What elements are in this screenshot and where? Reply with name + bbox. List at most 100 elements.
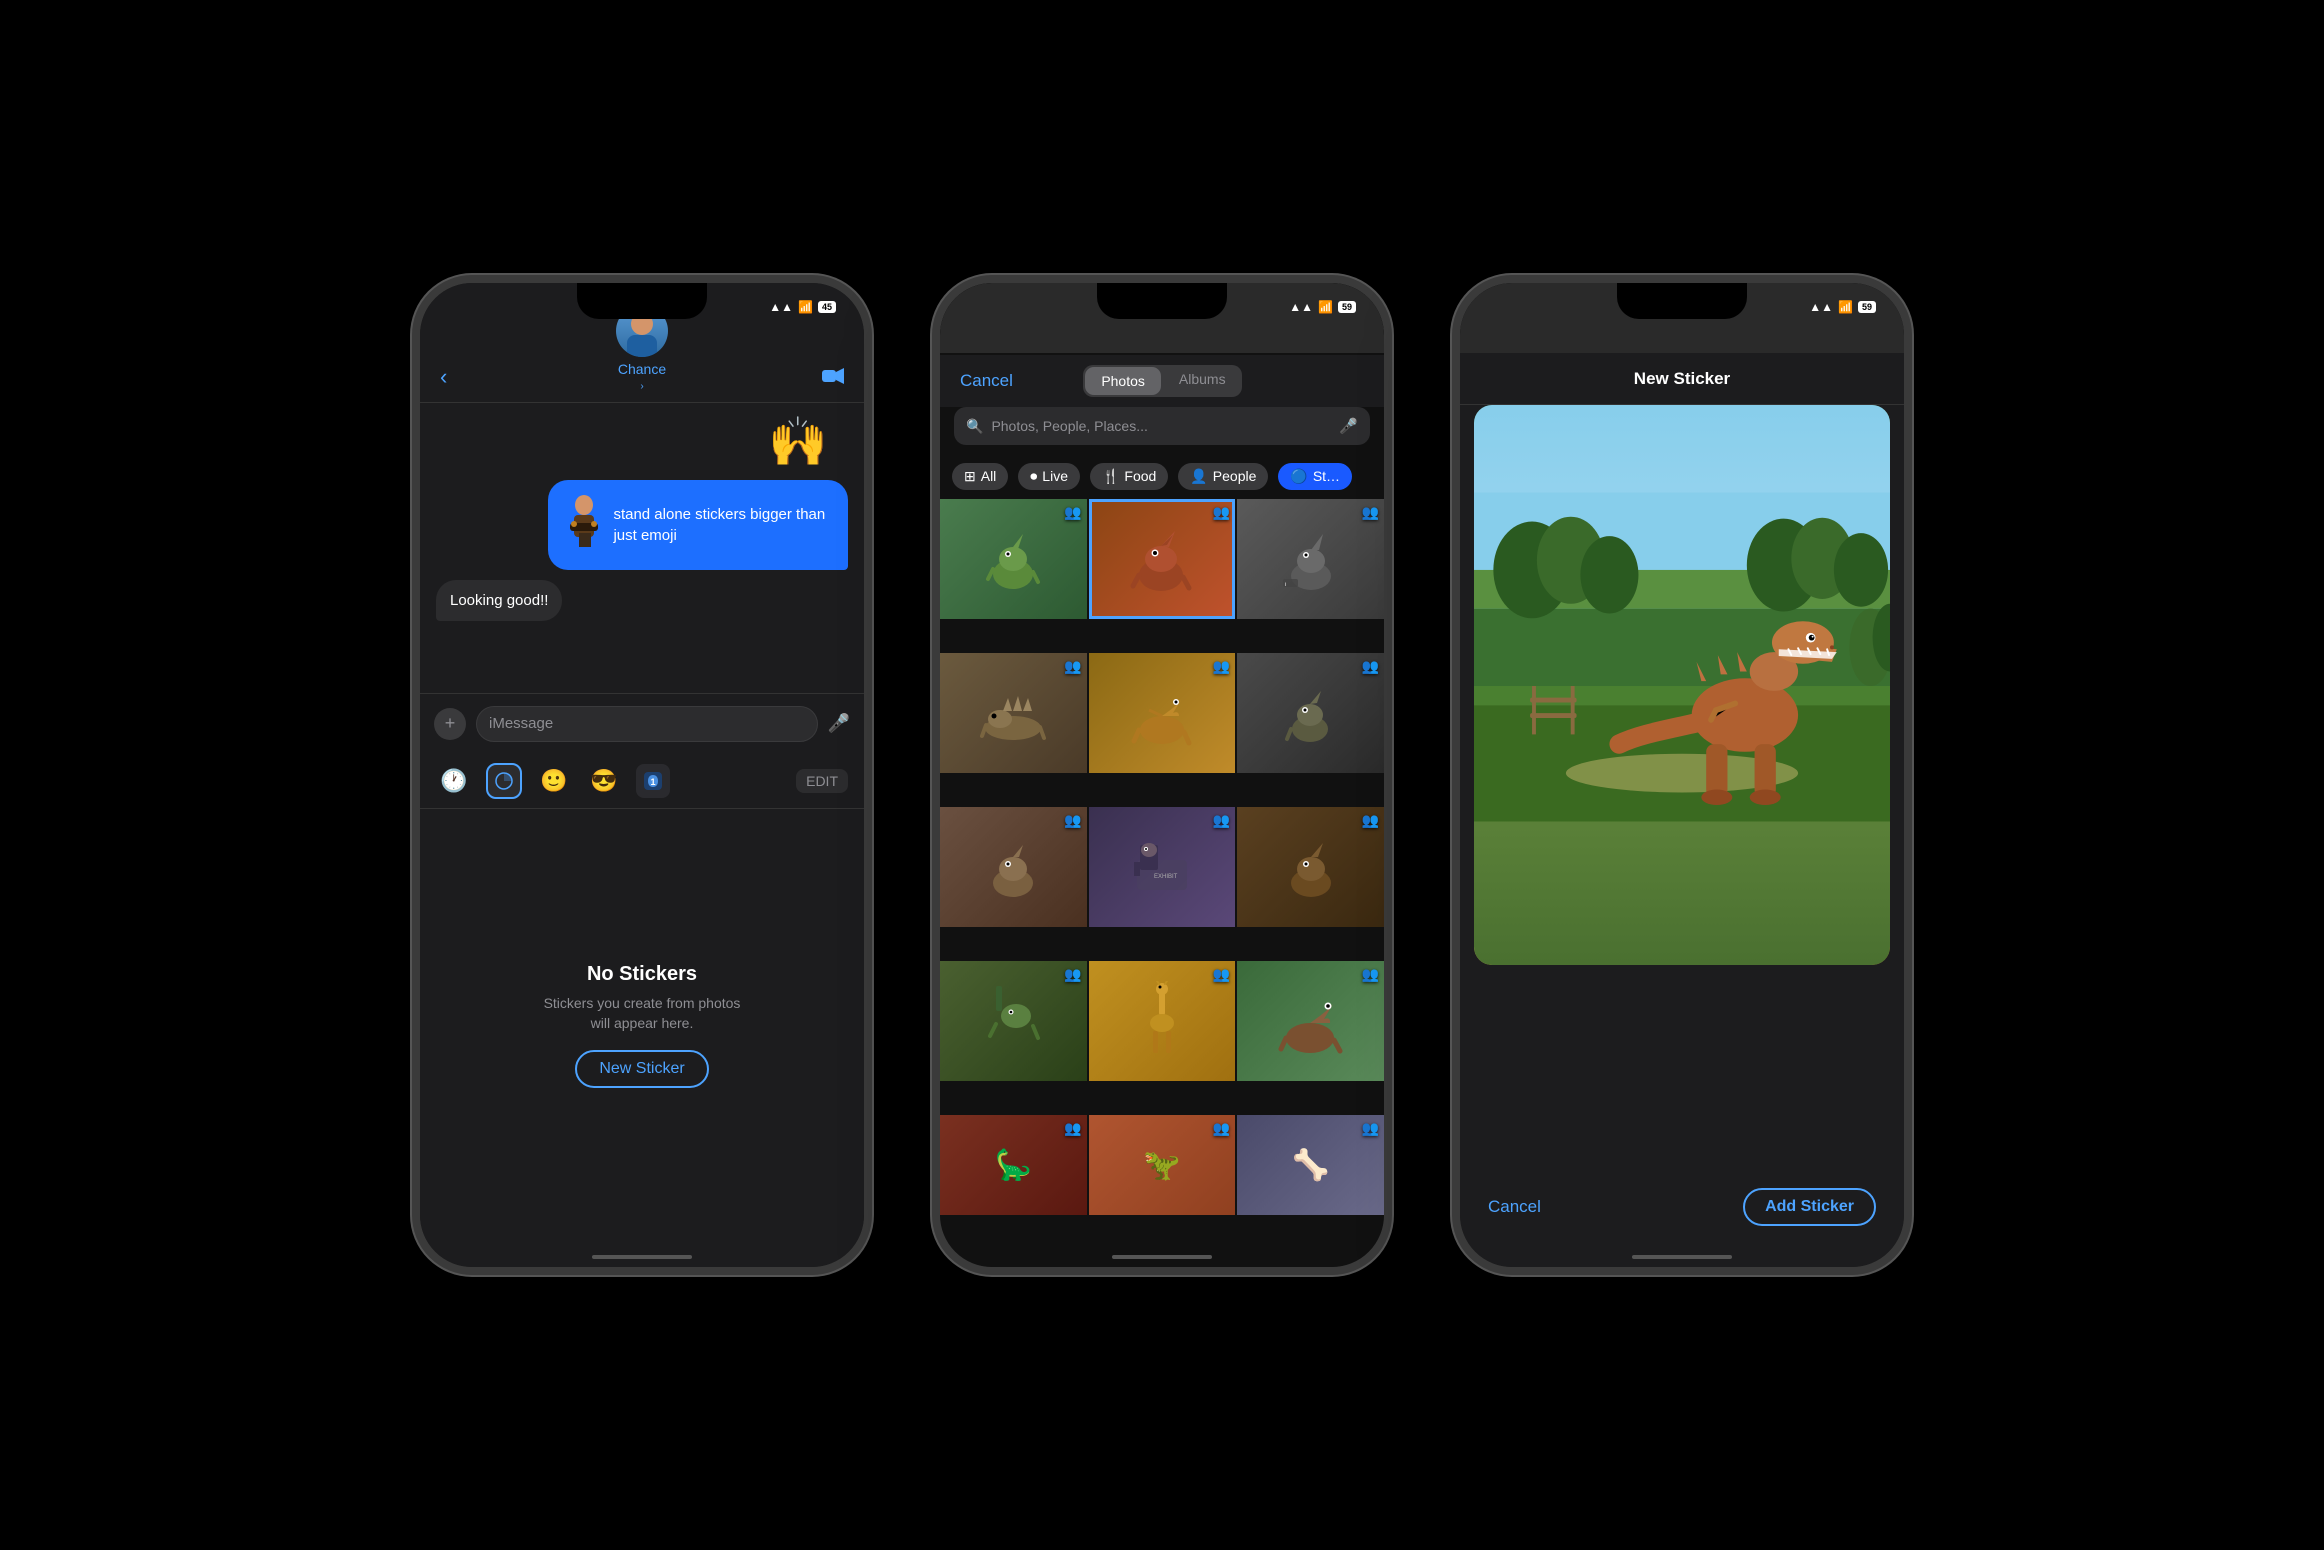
new-sticker-button[interactable]: New Sticker (575, 1050, 708, 1088)
message-bubble-outgoing: stand alone stickers bigger than just em… (548, 480, 848, 570)
home-indicator-3 (1632, 1255, 1732, 1259)
phone-2-photos: ▲▲ 📶 59 Cancel Photos Albums 🔍 Photos, P… (932, 275, 1392, 1275)
sticker-tab[interactable] (486, 763, 522, 799)
filter-people[interactable]: 👤 People (1178, 463, 1268, 490)
newsticker-title: New Sticker (1634, 369, 1730, 389)
phone-3-screen: ▲▲ 📶 59 New Sticker (1460, 283, 1904, 1267)
message-bubble-incoming: Looking good!! (436, 580, 562, 621)
filter-food-label: Food (1124, 468, 1156, 484)
search-icon: 🔍 (966, 418, 983, 435)
people-badge-13: 👥 (1064, 1120, 1081, 1137)
message-input[interactable]: iMessage (476, 706, 818, 742)
wifi-icon: 📶 (798, 300, 813, 314)
phone-3-newsticker: ▲▲ 📶 59 New Sticker (1452, 275, 1912, 1275)
home-indicator-1 (592, 1255, 692, 1259)
photo-cell-5[interactable]: 👥 (1089, 653, 1236, 773)
phone-2-notch (1097, 283, 1227, 319)
people-badge-7: 👥 (1064, 812, 1081, 829)
photos-filter-bar: ⊞ All ⏺ Live 🍴 Food 👤 People 🔵 St… (940, 453, 1384, 499)
video-call-button[interactable] (822, 367, 844, 390)
no-stickers-area: No Stickers Stickers you create from pho… (420, 809, 864, 1242)
filter-food[interactable]: 🍴 Food (1090, 463, 1168, 490)
photo-cell-7[interactable]: 👥 (940, 807, 1087, 927)
photo-cell-9[interactable]: 👥 (1237, 807, 1384, 927)
photo-cell-14[interactable]: 🦖 👥 (1089, 1115, 1236, 1215)
photo-cell-8[interactable]: EXHIBIT 👥 (1089, 807, 1236, 927)
message-text-incoming: Looking good!! (450, 592, 548, 609)
avatar-body (627, 335, 657, 357)
photos-tab[interactable]: Photos (1085, 367, 1161, 395)
phone-2-screen: ▲▲ 📶 59 Cancel Photos Albums 🔍 Photos, P… (940, 283, 1384, 1267)
live-icon: ⏺ (1030, 468, 1037, 485)
photos-search-bar[interactable]: 🔍 Photos, People, Places... 🎤 (954, 407, 1370, 445)
people-badge-2: 👥 (1213, 504, 1230, 521)
photos-nav: Cancel Photos Albums (940, 355, 1384, 407)
stickers-icon-filter: 🔵 (1290, 468, 1307, 485)
newsticker-image-area (1474, 405, 1890, 965)
no-stickers-subtitle: Stickers you create from photoswill appe… (544, 994, 741, 1033)
photo-cell-3[interactable]: i 👥 (1237, 499, 1384, 619)
filter-live[interactable]: ⏺ Live (1018, 463, 1080, 490)
filter-stickers[interactable]: 🔵 St… (1278, 463, 1352, 490)
photos-cancel-button[interactable]: Cancel (960, 371, 1013, 391)
microphone-search-icon[interactable]: 🎤 (1339, 417, 1358, 435)
message-placeholder: iMessage (489, 715, 553, 732)
battery-3: 59 (1858, 301, 1876, 313)
edit-button[interactable]: EDIT (796, 769, 848, 793)
home-indicator-2 (1112, 1255, 1212, 1259)
phone-1-screen: ▲▲ 📶 45 ‹ Chance › (420, 283, 864, 1267)
people-badge-11: 👥 (1213, 966, 1230, 983)
contact-name[interactable]: Chance (618, 361, 666, 377)
signal-icon-3: ▲▲ (1809, 300, 1833, 314)
signal-icon-2: ▲▲ (1289, 300, 1313, 314)
people-badge-6: 👥 (1362, 658, 1379, 675)
food-icon: 🍴 (1102, 468, 1119, 485)
people-badge-14: 👥 (1213, 1120, 1230, 1137)
people-badge-10: 👥 (1064, 966, 1081, 983)
clock-icon[interactable]: 🕐 (436, 763, 472, 799)
photo-cell-13[interactable]: 🦕 👥 (940, 1115, 1087, 1215)
status-icons-2: ▲▲ 📶 59 (1289, 300, 1356, 314)
signal-icon: ▲▲ (769, 300, 793, 314)
filter-live-label: Live (1042, 468, 1068, 484)
microphone-icon[interactable]: 🎤 (828, 713, 850, 734)
outgoing-message-1: stand alone stickers bigger than just em… (548, 480, 848, 570)
emoji-icon[interactable]: 🙂 (536, 763, 572, 799)
animoji-icon[interactable]: 😎 (586, 763, 622, 799)
contact-chevron: › (640, 381, 643, 392)
add-content-button[interactable]: + (434, 708, 466, 740)
people-icon: 👤 (1190, 468, 1207, 485)
onepassword-icon[interactable]: 1 (636, 764, 670, 798)
phone-3-notch (1617, 283, 1747, 319)
people-badge-4: 👥 (1064, 658, 1081, 675)
filter-stickers-label: St… (1313, 468, 1340, 484)
photo-cell-2[interactable]: 👥 (1089, 499, 1236, 619)
photo-cell-1[interactable]: 👥 (940, 499, 1087, 619)
photo-cell-6[interactable]: 👥 (1237, 653, 1384, 773)
newsticker-header: New Sticker (1460, 353, 1904, 405)
status-icons-3: ▲▲ 📶 59 (1809, 300, 1876, 314)
phone-notch (577, 283, 707, 319)
photo-cell-4[interactable]: 👥 (940, 653, 1087, 773)
photo-cell-15[interactable]: 🦴 👥 (1237, 1115, 1384, 1215)
photo-cell-11[interactable]: 👥 (1089, 961, 1236, 1081)
no-stickers-title: No Stickers (587, 963, 697, 986)
newsticker-cancel-button[interactable]: Cancel (1488, 1197, 1541, 1217)
people-badge-1: 👥 (1064, 504, 1081, 521)
photo-cell-12[interactable]: 👥 (1237, 961, 1384, 1081)
message-text-1: stand alone stickers bigger than just em… (613, 504, 834, 546)
svg-text:1: 1 (650, 777, 655, 787)
sticker-emoji: 🙌 (768, 413, 828, 470)
svg-text:i: i (1285, 582, 1286, 588)
incoming-message-1: Looking good!! (436, 580, 848, 621)
photos-segment-control: Photos Albums (1083, 365, 1241, 397)
people-badge-15: 👥 (1362, 1120, 1379, 1137)
filter-people-label: People (1213, 468, 1257, 484)
filter-all[interactable]: ⊞ All (952, 463, 1008, 490)
albums-tab[interactable]: Albums (1163, 365, 1242, 397)
photo-grid: 👥 👥 (940, 499, 1384, 1247)
photo-cell-10[interactable]: 👥 (940, 961, 1087, 1081)
add-sticker-button[interactable]: Add Sticker (1743, 1188, 1876, 1226)
back-button[interactable]: ‹ (440, 364, 447, 390)
chat-messages: 🙌 sta (420, 403, 864, 693)
